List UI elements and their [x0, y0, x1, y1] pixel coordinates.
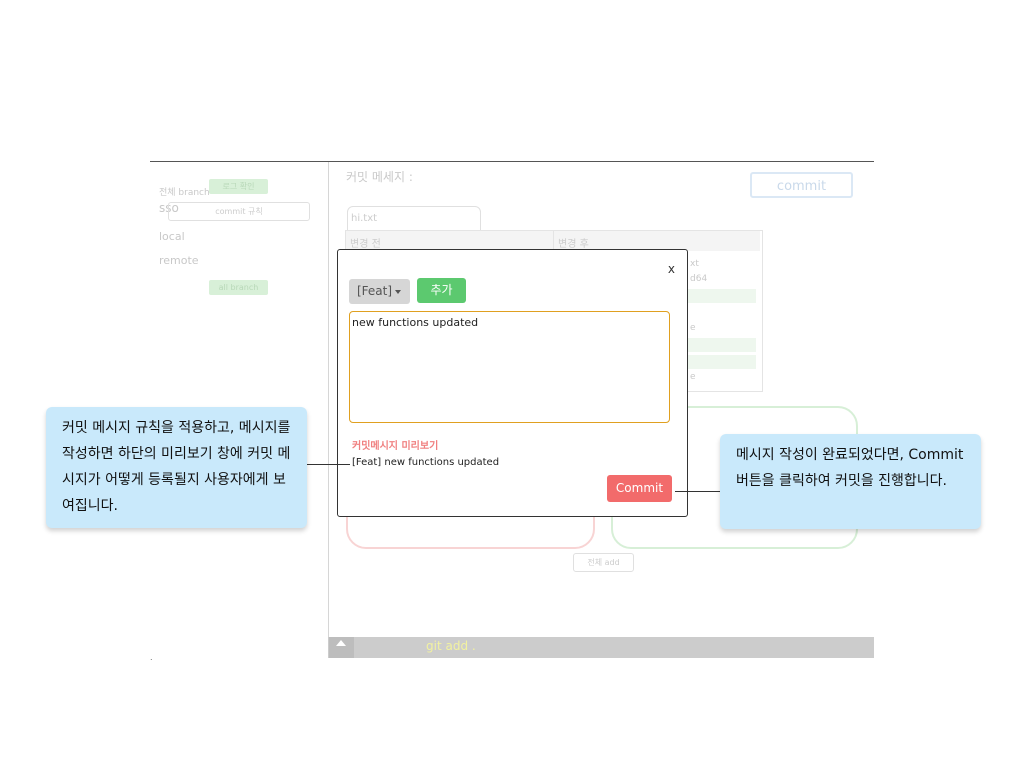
- left-callout-connector: [307, 464, 350, 465]
- sidebar-divider: [328, 162, 329, 658]
- sidebar-item-local[interactable]: local: [159, 230, 185, 243]
- caret-down-icon: [395, 290, 401, 294]
- bottom-bar-command: git add .: [426, 639, 476, 653]
- diff-after-label: 변경 후: [558, 239, 589, 250]
- add-type-button[interactable]: 추가: [417, 278, 466, 303]
- commit-message-input[interactable]: new functions updated: [349, 311, 670, 423]
- bottom-bar: [328, 637, 874, 658]
- all-branch-label: 전체 branch: [159, 188, 210, 198]
- commit-button[interactable]: Commit: [607, 475, 672, 502]
- commit-type-select[interactable]: [Feat]: [349, 279, 410, 304]
- commit-message-modal: x [Feat] 추가 new functions updated 커밋메시지 …: [337, 249, 688, 517]
- right-callout-connector: [675, 491, 721, 492]
- diff-added-row: [688, 355, 756, 369]
- diff-line: xt: [690, 259, 699, 269]
- log-button[interactable]: 로그 확인: [209, 179, 268, 194]
- diff-added-row: [688, 289, 756, 303]
- corner-dot: .: [150, 653, 153, 662]
- preview-text: [Feat] new functions updated: [352, 457, 500, 468]
- commit-type-value: [Feat]: [357, 284, 393, 298]
- preview-label: 커밋메시지 미리보기: [352, 441, 439, 452]
- diff-line: e: [690, 372, 696, 382]
- triangle-up-icon: [336, 640, 346, 646]
- commit-rule-input[interactable]: commit 규칙: [168, 202, 310, 221]
- commit-top-button[interactable]: commit: [750, 172, 853, 198]
- top-divider: [150, 161, 874, 162]
- stage-all-button[interactable]: 전체 add: [573, 553, 634, 572]
- diff-line: e: [690, 323, 696, 333]
- diff-before-label: 변경 전: [350, 239, 381, 250]
- commit-message-label: 커밋 메세지 :: [346, 170, 413, 184]
- diff-line: d64: [690, 274, 708, 284]
- left-callout: 커밋 메시지 규칙을 적용하고, 메시지를 작성하면 하단의 미리보기 창에 커…: [46, 407, 307, 528]
- diff-added-row: [688, 338, 756, 352]
- all-branch-button[interactable]: all branch: [209, 280, 268, 295]
- right-callout: 메시지 작성이 완료되었다면, Commit 버튼을 클릭하여 커밋을 진행합니…: [720, 434, 981, 529]
- sidebar-item-remote[interactable]: remote: [159, 254, 199, 267]
- close-icon[interactable]: x: [668, 262, 675, 276]
- terminal-toggle[interactable]: [329, 637, 354, 658]
- file-tab[interactable]: hi.txt: [347, 206, 481, 232]
